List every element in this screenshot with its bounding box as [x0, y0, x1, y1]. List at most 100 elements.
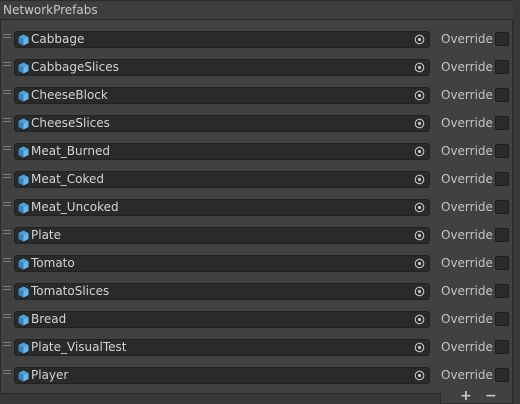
object-picker-icon[interactable]	[414, 286, 425, 297]
prefab-cube-icon	[18, 146, 29, 158]
list-footer: + −	[0, 389, 520, 404]
override-checkbox[interactable]	[495, 88, 509, 102]
drag-handle-icon[interactable]	[3, 314, 11, 320]
prefab-object-field[interactable]: CheeseBlock	[14, 87, 430, 104]
override-label: Override	[441, 172, 493, 186]
prefab-object-field[interactable]: Meat_Coked	[14, 171, 430, 188]
list-item: Bread Override	[1, 307, 512, 335]
prefab-name: Cabbage	[31, 32, 85, 46]
drag-handle-icon[interactable]	[3, 370, 11, 376]
footer-divider	[0, 393, 440, 394]
override-checkbox[interactable]	[495, 312, 509, 326]
override-checkbox[interactable]	[495, 32, 509, 46]
list-item: CheeseSlices Override	[1, 111, 512, 139]
prefab-cube-icon	[18, 202, 29, 214]
prefab-cube-icon	[18, 342, 29, 354]
prefab-cube-icon	[18, 174, 29, 186]
list-title: NetworkPrefabs	[3, 3, 98, 17]
prefab-name: Meat_Coked	[31, 172, 105, 186]
drag-handle-icon[interactable]	[3, 146, 11, 152]
object-picker-icon[interactable]	[414, 118, 425, 129]
override-checkbox[interactable]	[495, 340, 509, 354]
override-label: Override	[441, 284, 493, 298]
object-picker-icon[interactable]	[414, 62, 425, 73]
override-label: Override	[441, 116, 493, 130]
override-checkbox[interactable]	[495, 144, 509, 158]
override-label: Override	[441, 256, 493, 270]
prefab-cube-icon	[18, 62, 29, 74]
drag-handle-icon[interactable]	[3, 34, 11, 40]
prefab-cube-icon	[18, 370, 29, 382]
drag-handle-icon[interactable]	[3, 62, 11, 68]
drag-handle-icon[interactable]	[3, 342, 11, 348]
prefab-cube-icon	[18, 258, 29, 270]
prefab-object-field[interactable]: Plate_VisualTest	[14, 339, 430, 356]
prefab-object-field[interactable]: CheeseSlices	[14, 115, 430, 132]
prefab-name: Player	[31, 368, 69, 382]
drag-handle-icon[interactable]	[3, 258, 11, 264]
drag-handle-icon[interactable]	[3, 230, 11, 236]
list-header[interactable]: NetworkPrefabs	[0, 0, 513, 20]
prefab-cube-icon	[18, 286, 29, 298]
override-label: Override	[441, 312, 493, 326]
override-checkbox[interactable]	[495, 60, 509, 74]
list-item: Meat_Coked Override	[1, 167, 512, 195]
list-item: Tomato Override	[1, 251, 512, 279]
add-item-button[interactable]: +	[460, 389, 472, 403]
list-item: Meat_Burned Override	[1, 139, 512, 167]
override-checkbox[interactable]	[495, 172, 509, 186]
prefab-object-field[interactable]: Tomato	[14, 255, 430, 272]
prefab-name: CheeseBlock	[31, 88, 108, 102]
object-picker-icon[interactable]	[414, 258, 425, 269]
object-picker-icon[interactable]	[414, 370, 425, 381]
prefab-object-field[interactable]: Plate	[14, 227, 430, 244]
prefab-cube-icon	[18, 34, 29, 46]
drag-handle-icon[interactable]	[3, 286, 11, 292]
prefab-name: Plate_VisualTest	[31, 340, 127, 354]
prefab-name: TomatoSlices	[31, 284, 110, 298]
drag-handle-icon[interactable]	[3, 174, 11, 180]
drag-handle-icon[interactable]	[3, 118, 11, 124]
override-label: Override	[441, 340, 493, 354]
prefab-object-field[interactable]: Cabbage	[14, 31, 430, 48]
list-item: Meat_Uncoked Override	[1, 195, 512, 223]
list-item: TomatoSlices Override	[1, 279, 512, 307]
prefab-object-field[interactable]: Meat_Uncoked	[14, 199, 430, 216]
prefab-name: Meat_Uncoked	[31, 200, 119, 214]
override-checkbox[interactable]	[495, 116, 509, 130]
override-checkbox[interactable]	[495, 256, 509, 270]
object-picker-icon[interactable]	[414, 314, 425, 325]
list-item: Plate_VisualTest Override	[1, 335, 512, 363]
object-picker-icon[interactable]	[414, 90, 425, 101]
override-checkbox[interactable]	[495, 284, 509, 298]
prefab-name: CheeseSlices	[31, 116, 110, 130]
list-item: Plate Override	[1, 223, 512, 251]
network-prefabs-panel: NetworkPrefabs Cabbage Override CabbageSli…	[0, 0, 520, 404]
object-picker-icon[interactable]	[414, 174, 425, 185]
drag-handle-icon[interactable]	[3, 202, 11, 208]
override-label: Override	[441, 88, 493, 102]
prefab-object-field[interactable]: Meat_Burned	[14, 143, 430, 160]
object-picker-icon[interactable]	[414, 146, 425, 157]
object-picker-icon[interactable]	[414, 230, 425, 241]
list-item: Player Override	[1, 363, 512, 391]
override-label: Override	[441, 200, 493, 214]
prefab-name: Bread	[31, 312, 67, 326]
prefab-object-field[interactable]: Bread	[14, 311, 430, 328]
override-label: Override	[441, 144, 493, 158]
override-label: Override	[441, 368, 493, 382]
object-picker-icon[interactable]	[414, 34, 425, 45]
remove-item-button[interactable]: −	[485, 389, 497, 403]
prefab-object-field[interactable]: Player	[14, 367, 430, 384]
override-checkbox[interactable]	[495, 228, 509, 242]
prefab-object-field[interactable]: CabbageSlices	[14, 59, 430, 76]
list-item: CabbageSlices Override	[1, 55, 512, 83]
prefab-object-field[interactable]: TomatoSlices	[14, 283, 430, 300]
object-picker-icon[interactable]	[414, 202, 425, 213]
override-checkbox[interactable]	[495, 368, 509, 382]
override-checkbox[interactable]	[495, 200, 509, 214]
override-label: Override	[441, 228, 493, 242]
prefab-cube-icon	[18, 90, 29, 102]
object-picker-icon[interactable]	[414, 342, 425, 353]
drag-handle-icon[interactable]	[3, 90, 11, 96]
